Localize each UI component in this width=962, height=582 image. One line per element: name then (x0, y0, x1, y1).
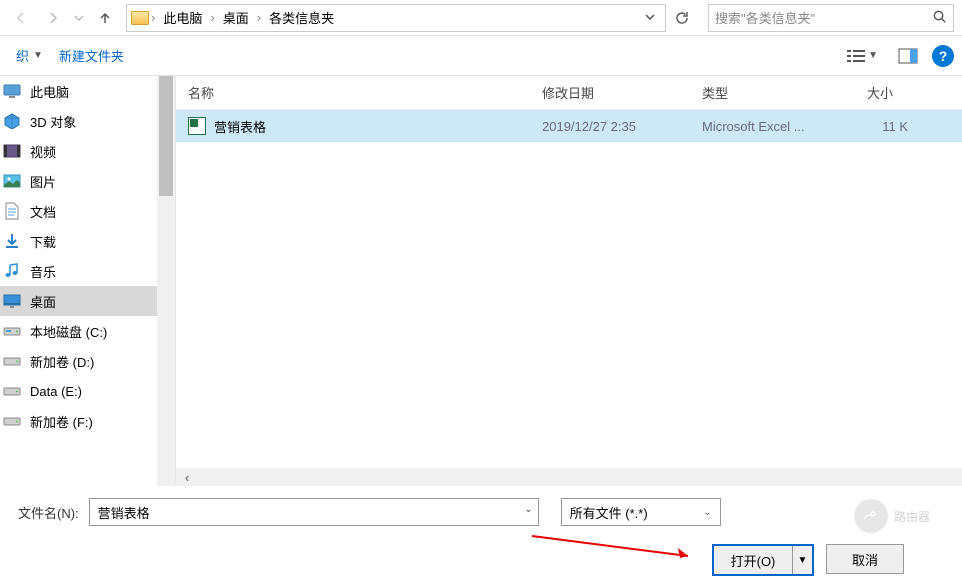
sidebar-item-label: 3D 对象 (30, 112, 151, 131)
sidebar-item[interactable]: 新加卷 (D:) (0, 346, 157, 376)
chevron-down-icon: ▼ (33, 50, 43, 61)
sidebar-item-label: 本地磁盘 (C:) (30, 322, 151, 341)
search-icon (927, 9, 947, 27)
file-area-scrollbar[interactable]: ‹ (176, 468, 962, 486)
breadcrumb[interactable]: › 此电脑 › 桌面 › 各类信息夹 (126, 4, 666, 32)
doc-icon (2, 202, 22, 220)
sidebar-item-label: 视频 (30, 142, 151, 161)
refresh-button[interactable] (666, 4, 698, 32)
breadcrumb-dropdown[interactable] (641, 10, 655, 25)
file-list: 营销表格 2019/12/27 2:35Microsoft Excel ...11… (176, 110, 962, 468)
open-dropdown-button[interactable]: ▼ (792, 546, 812, 574)
sidebar-item[interactable]: 桌面 (0, 286, 157, 316)
sidebar-item-label: 音乐 (30, 262, 151, 281)
column-size[interactable]: 大小 (855, 83, 920, 102)
breadcrumb-item[interactable]: 此电脑 (157, 8, 208, 27)
nav-back-button[interactable] (6, 3, 36, 33)
filename-label: 文件名(N): (18, 503, 79, 522)
column-type[interactable]: 类型 (690, 83, 855, 102)
sidebar-item[interactable]: 此电脑 (0, 76, 157, 106)
nav-up-button[interactable] (90, 3, 120, 33)
drive-icon (2, 352, 22, 370)
cancel-button[interactable]: 取消 (826, 544, 904, 574)
sidebar-item[interactable]: 本地磁盘 (C:) (0, 316, 157, 346)
music-icon (2, 262, 22, 280)
desktop-icon (2, 292, 22, 310)
search-placeholder: 搜索"各类信息夹" (715, 8, 927, 27)
sidebar-scrollbar[interactable] (157, 76, 175, 486)
sidebar: 此电脑 3D 对象视频图片文档下载音乐桌面本地磁盘 (C:) 新加卷 (D:) Dat… (0, 76, 157, 486)
excel-file-icon (188, 117, 206, 135)
view-options-button[interactable]: ▼ (840, 44, 884, 68)
open-button-group: 打开(O) ▼ (712, 544, 814, 576)
nav-forward-button[interactable] (38, 3, 68, 33)
nav-recent-dropdown[interactable] (70, 3, 88, 33)
file-date: 2019/12/27 2:35 (530, 119, 690, 134)
breadcrumb-item[interactable]: 各类信息夹 (263, 8, 340, 27)
open-button[interactable]: 打开(O) (714, 546, 792, 574)
filename-input[interactable] (89, 498, 539, 526)
column-date[interactable]: 修改日期 (530, 83, 690, 102)
organize-button[interactable]: 织 ▼ (8, 42, 51, 69)
sidebar-item-label: 文档 (30, 202, 151, 221)
new-folder-button[interactable]: 新建文件夹 (51, 42, 132, 69)
file-name: 营销表格 (214, 117, 266, 136)
sidebar-item[interactable]: 3D 对象 (0, 106, 157, 136)
file-type-filter[interactable]: 所有文件 (*.*) ⌄ (561, 498, 721, 526)
sidebar-item[interactable]: 音乐 (0, 256, 157, 286)
file-type: Microsoft Excel ... (690, 119, 855, 134)
column-name[interactable]: 名称 (176, 83, 530, 102)
sidebar-item-label: 下载 (30, 232, 151, 251)
search-input[interactable]: 搜索"各类信息夹" (708, 4, 954, 32)
pc-icon (2, 82, 22, 100)
chevron-down-icon: ⌄ (703, 507, 711, 518)
sidebar-item-label: 新加卷 (F:) (30, 412, 151, 431)
sidebar-item[interactable]: 下载 (0, 226, 157, 256)
sidebar-item-label: 图片 (30, 172, 151, 191)
sidebar-item-label: 此电脑 (30, 82, 151, 101)
sidebar-item-label: Data (E:) (30, 384, 151, 399)
sidebar-item[interactable]: 新加卷 (F:) (0, 406, 157, 436)
drive-icon (2, 382, 22, 400)
scroll-left-button[interactable]: ‹ (176, 470, 198, 485)
file-row[interactable]: 营销表格 2019/12/27 2:35Microsoft Excel ...11… (176, 110, 962, 142)
sidebar-item-label: 桌面 (30, 292, 151, 311)
sidebar-item[interactable]: 文档 (0, 196, 157, 226)
sidebar-item-label: 新加卷 (D:) (30, 352, 151, 371)
download-icon (2, 232, 22, 250)
drive-c-icon (2, 322, 22, 340)
file-list-header: 名称 修改日期 类型 大小 (176, 76, 962, 110)
breadcrumb-item[interactable]: 桌面 (217, 8, 255, 27)
folder-icon (131, 11, 149, 25)
sidebar-item[interactable]: 视频 (0, 136, 157, 166)
drive-icon (2, 412, 22, 430)
sidebar-item[interactable]: Data (E:) (0, 376, 157, 406)
file-size: 11 K (855, 119, 920, 134)
picture-icon (2, 172, 22, 190)
3d-icon (2, 112, 22, 130)
sidebar-item[interactable]: 图片 (0, 166, 157, 196)
help-button[interactable]: ? (932, 45, 954, 67)
preview-pane-button[interactable] (892, 44, 924, 68)
video-icon (2, 142, 22, 160)
